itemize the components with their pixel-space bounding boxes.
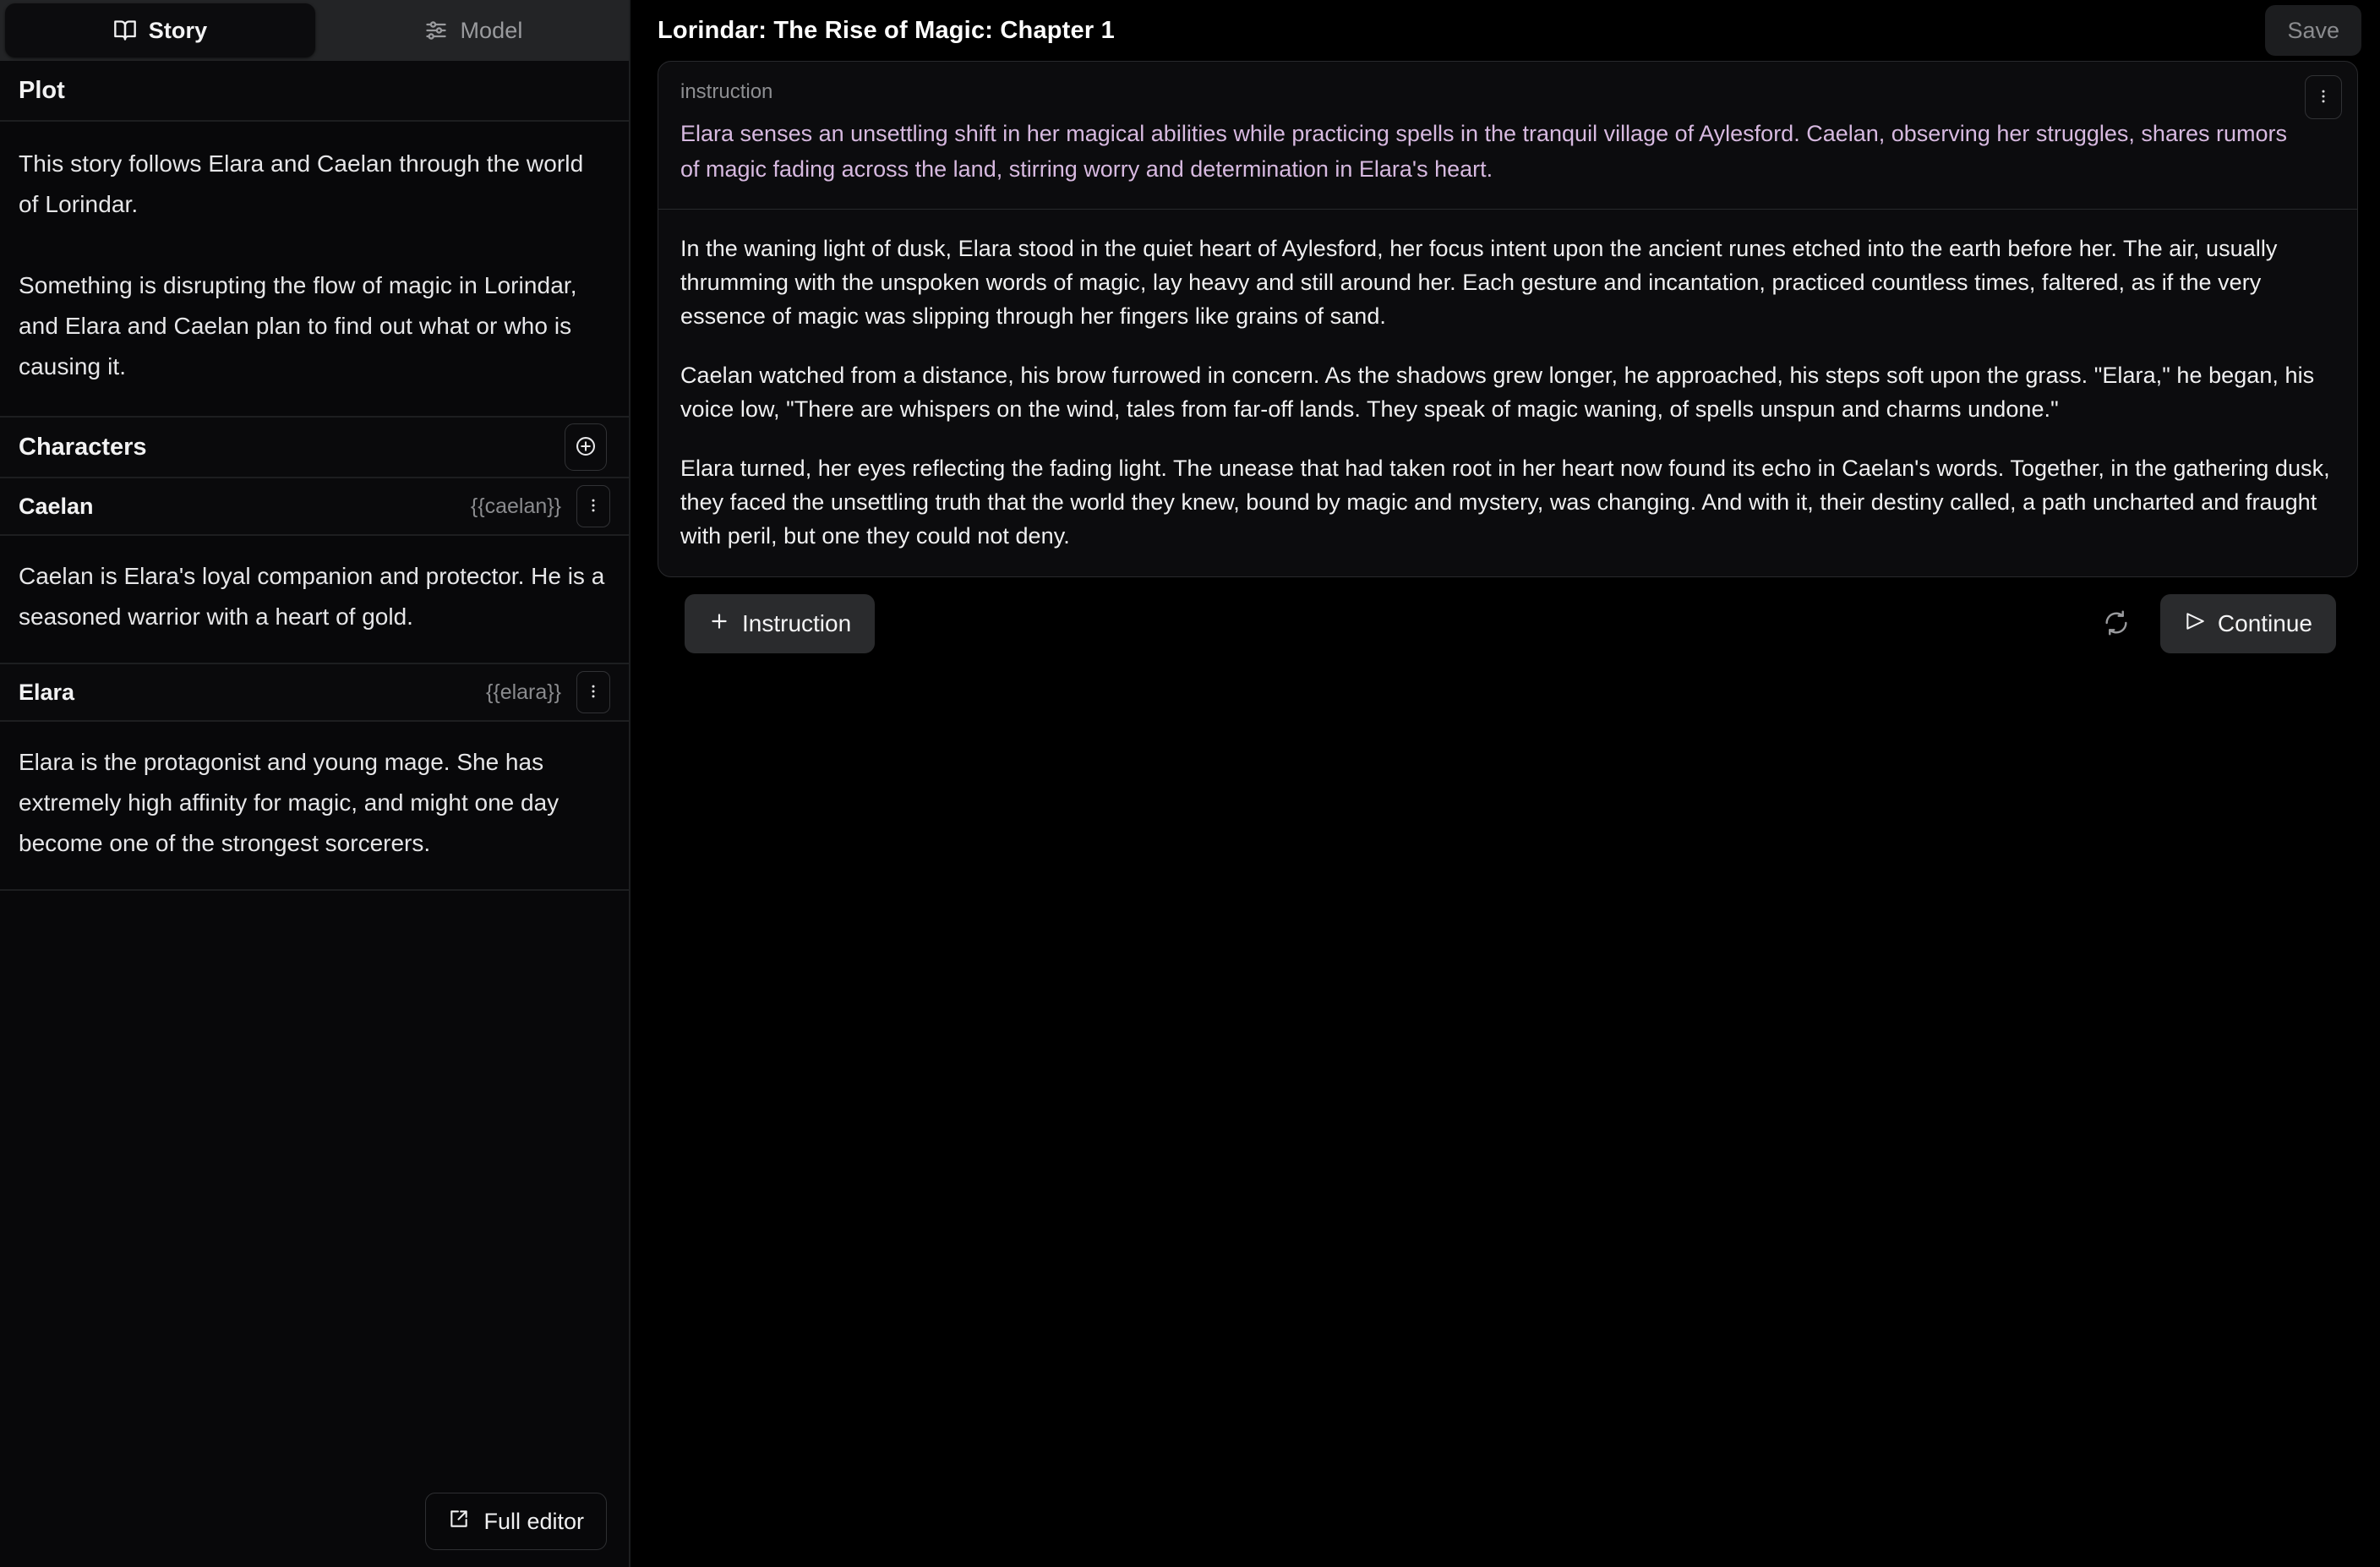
refresh-icon — [2103, 609, 2130, 639]
main-panel: Lorindar: The Rise of Magic: Chapter 1 S… — [630, 0, 2380, 1567]
document-card: instruction Elara senses an unsettling s… — [658, 61, 2358, 577]
sidebar-empty-space — [0, 891, 629, 1476]
app-root: Story Model Plot This story follows Elar… — [0, 0, 2380, 1567]
character-body-caelan[interactable]: Caelan is Elara's loyal companion and pr… — [0, 536, 629, 664]
plot-section-header: Plot — [0, 61, 629, 122]
character-description: Elara is the protagonist and young mage.… — [19, 749, 560, 856]
save-button[interactable]: Save — [2265, 5, 2361, 56]
story-paragraph: Elara turned, her eyes reflecting the fa… — [680, 456, 2330, 549]
story-text-block[interactable]: In the waning light of dusk, Elara stood… — [658, 210, 2357, 576]
action-bar: Instruction Continue — [658, 577, 2358, 653]
character-header-elara[interactable]: Elara {{elara}} — [0, 664, 629, 722]
character-menu-button[interactable] — [576, 485, 610, 527]
story-paragraph: Caelan watched from a distance, his brow… — [680, 363, 2315, 422]
character-name: Elara — [19, 679, 75, 705]
vertical-dots-icon — [585, 497, 602, 516]
full-editor-label: Full editor — [483, 1508, 584, 1534]
instruction-text: Elara senses an unsettling shift in her … — [680, 121, 2287, 182]
document-wrapper: instruction Elara senses an unsettling s… — [630, 61, 2380, 814]
tab-model[interactable]: Model — [319, 0, 629, 61]
add-instruction-button[interactable]: Instruction — [685, 594, 876, 653]
sidebar-content: Plot This story follows Elara and Caelan… — [0, 61, 629, 1567]
sidebar: Story Model Plot This story follows Elar… — [0, 0, 630, 1567]
plot-body[interactable]: This story follows Elara and Caelan thro… — [0, 122, 629, 418]
continue-label: Continue — [2217, 610, 2312, 636]
tab-story[interactable]: Story — [5, 3, 315, 57]
vertical-dots-icon — [2315, 88, 2332, 107]
add-instruction-label: Instruction — [742, 610, 852, 636]
sidebar-tabbar: Story Model — [0, 0, 629, 61]
add-character-button[interactable] — [565, 423, 607, 471]
main-empty-space — [630, 814, 2380, 1567]
plot-paragraph: This story follows Elara and Caelan thro… — [19, 150, 584, 217]
character-description: Caelan is Elara's loyal companion and pr… — [19, 563, 605, 630]
story-paragraph: In the waning light of dusk, Elara stood… — [680, 236, 2278, 329]
character-token: {{caelan}} — [470, 494, 561, 518]
book-open-icon — [113, 19, 137, 42]
sliders-icon — [424, 19, 448, 42]
plus-circle-icon — [575, 435, 597, 460]
sidebar-footer: Full editor — [0, 1476, 629, 1567]
full-editor-button[interactable]: Full editor — [425, 1493, 607, 1550]
vertical-dots-icon — [585, 683, 602, 702]
tab-model-label: Model — [460, 17, 523, 43]
send-triangle-icon — [2184, 610, 2206, 638]
continue-button[interactable]: Continue — [2159, 594, 2336, 653]
main-topbar: Lorindar: The Rise of Magic: Chapter 1 S… — [630, 0, 2380, 61]
characters-section-header: Characters — [0, 418, 629, 478]
instruction-menu-button[interactable] — [2305, 75, 2342, 119]
character-body-elara[interactable]: Elara is the protagonist and young mage.… — [0, 722, 629, 891]
characters-heading: Characters — [19, 433, 147, 461]
instruction-block[interactable]: instruction Elara senses an unsettling s… — [658, 62, 2357, 210]
tab-story-label: Story — [148, 17, 208, 43]
character-header-caelan[interactable]: Caelan {{caelan}} — [0, 478, 629, 536]
character-name: Caelan — [19, 493, 94, 519]
plus-icon — [708, 610, 730, 638]
action-bar-right: Continue — [2096, 594, 2336, 653]
external-link-icon — [448, 1508, 470, 1536]
plot-heading: Plot — [19, 76, 65, 104]
character-menu-button[interactable] — [576, 671, 610, 713]
instruction-label: instruction — [680, 80, 773, 103]
plot-paragraph: Something is disrupting the flow of magi… — [19, 272, 577, 379]
character-token: {{elara}} — [486, 680, 561, 704]
regenerate-button[interactable] — [2096, 603, 2137, 644]
page-title: Lorindar: The Rise of Magic: Chapter 1 — [658, 16, 1115, 44]
